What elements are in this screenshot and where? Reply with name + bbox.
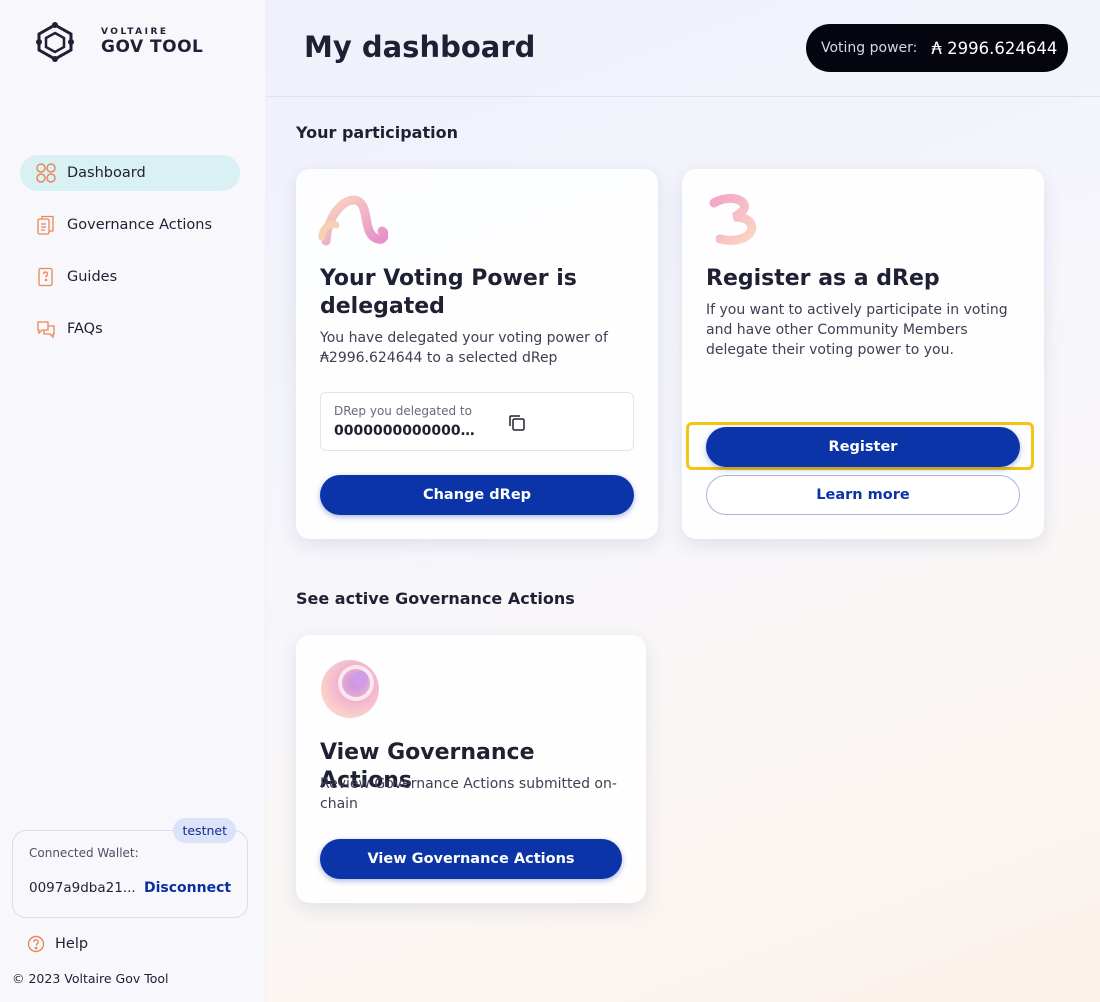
sidebar-item-label: FAQs <box>67 321 103 337</box>
section-title-participation: Your participation <box>296 123 458 142</box>
sidebar-item-governance-actions[interactable]: Governance Actions <box>20 207 240 243</box>
section-title-active-actions: See active Governance Actions <box>296 589 575 608</box>
main-content: My dashboard Voting power: ₳ 2996.624644… <box>266 0 1100 1002</box>
logo[interactable]: VOLTAIRE GOV TOOL <box>33 22 203 62</box>
logo-icon <box>36 22 74 62</box>
governance-actions-card: View Governance Actions Review Governanc… <box>296 635 646 903</box>
card-description: You have delegated your voting power of … <box>320 330 608 366</box>
wallet-address: 0097a9dba21... <box>29 880 136 896</box>
learn-more-button[interactable]: Learn more <box>706 475 1020 515</box>
brand-name: GOV TOOL <box>101 37 204 57</box>
sidebar-item-faqs[interactable]: FAQs <box>20 311 240 347</box>
sidebar: VOLTAIRE GOV TOOL Dashboard Governance A… <box>0 0 266 1002</box>
voting-power-pill: Voting power: ₳ 2996.624644 <box>806 24 1068 72</box>
drep-label: DRep you delegated to <box>334 404 472 418</box>
brand-small: VOLTAIRE <box>101 27 169 37</box>
help-icon <box>27 935 45 953</box>
voting-power-value: ₳ 2996.624644 <box>931 38 1058 58</box>
faqs-icon <box>35 318 57 340</box>
disconnect-button[interactable]: Disconnect <box>144 880 231 896</box>
change-drep-button[interactable]: Change dRep <box>320 475 634 515</box>
network-badge: testnet <box>173 818 236 843</box>
card-description: Review Governance Actions submitted on-c… <box>320 776 617 812</box>
sidebar-item-label: Dashboard <box>67 165 146 181</box>
swirl-orb-icon <box>321 660 379 718</box>
drep-id: 000000000000000000000000 <box>334 423 484 439</box>
sidebar-item-label: Guides <box>67 269 118 285</box>
guides-icon <box>35 266 57 288</box>
spiral-ribbon-icon <box>318 195 388 246</box>
sidebar-item-dashboard[interactable]: Dashboard <box>20 155 240 191</box>
curl-ribbon-icon <box>709 194 757 245</box>
card-description: If you want to actively participate in v… <box>706 302 1008 358</box>
copy-icon[interactable] <box>506 412 528 434</box>
sidebar-item-guides[interactable]: Guides <box>20 259 240 295</box>
dashboard-icon <box>35 162 57 184</box>
connected-wallet-panel: testnet Connected Wallet: 0097a9dba21...… <box>12 818 248 918</box>
copyright: © 2023 Voltaire Gov Tool <box>12 971 169 986</box>
view-governance-actions-button[interactable]: View Governance Actions <box>320 839 622 879</box>
sidebar-nav: Dashboard Governance Actions Guides FAQs <box>20 155 240 363</box>
page-title: My dashboard <box>304 30 536 64</box>
card-title: Register as a dRep <box>706 266 940 291</box>
help-label: Help <box>55 936 89 952</box>
page-header: My dashboard Voting power: ₳ 2996.624644 <box>266 0 1100 97</box>
register-drep-card: Register as a dRep If you want to active… <box>682 169 1044 539</box>
wallet-label: Connected Wallet: <box>29 846 139 860</box>
voting-power-label: Voting power: <box>821 40 918 56</box>
card-title: Your Voting Power is delegated <box>320 266 577 319</box>
help-link[interactable]: Help <box>27 935 88 953</box>
delegated-drep-box: DRep you delegated to 000000000000000000… <box>320 392 634 451</box>
register-button[interactable]: Register <box>706 427 1020 467</box>
governance-actions-icon <box>35 214 57 236</box>
sidebar-item-label: Governance Actions <box>67 217 213 233</box>
delegation-card: Your Voting Power is delegated You have … <box>296 169 658 539</box>
